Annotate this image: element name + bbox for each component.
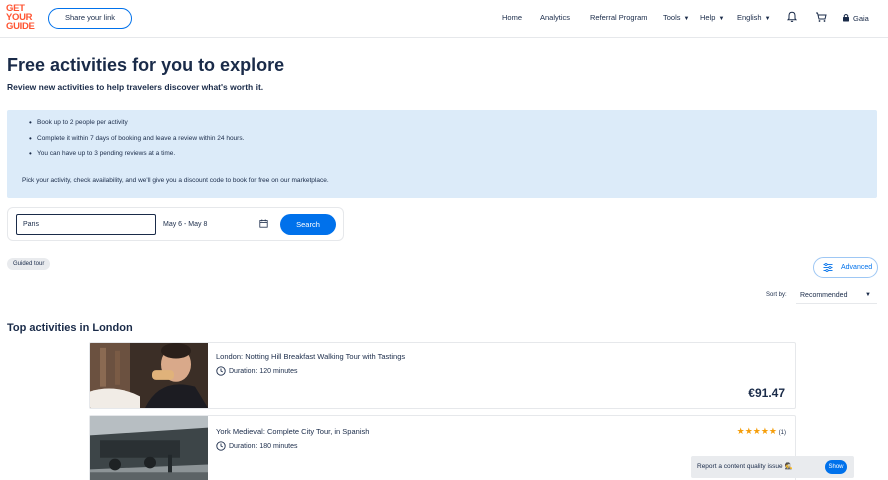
nav-help-label: Help: [700, 13, 716, 22]
section-title: Top activities in London: [7, 322, 133, 334]
activity-photo-train: [90, 416, 208, 480]
user-name: Gaia: [853, 14, 869, 23]
activity-photo-breakfast: [90, 343, 208, 408]
page-title: Free activities for you to explore: [7, 55, 285, 75]
sort-select[interactable]: Recommended ▼: [796, 287, 877, 304]
chevron-down-icon: ▼: [764, 16, 771, 22]
activity-price: €91.47: [748, 386, 785, 400]
top-header: GET YOUR GUIDE Share your link Home Anal…: [0, 0, 888, 38]
activity-title[interactable]: York Medieval: Complete City Tour, in Sp…: [216, 427, 369, 436]
calendar-icon[interactable]: [259, 219, 268, 228]
detective-emoji-icon: 🕵️: [784, 463, 793, 470]
sliders-icon: [823, 263, 833, 272]
chevron-down-icon: ▼: [865, 292, 871, 298]
advanced-label: Advanced: [841, 264, 873, 271]
show-button[interactable]: Show: [825, 460, 847, 474]
star-rating-icon: ★★★★★: [736, 426, 777, 436]
chevron-down-icon: ▼: [718, 16, 725, 22]
rule-item: You can have up to 3 pending reviews at …: [29, 149, 244, 165]
language-label: English: [737, 13, 762, 22]
share-link-button[interactable]: Share your link: [48, 8, 132, 29]
sort-by-label: Sort by:: [766, 292, 787, 298]
rules-list: Book up to 2 people per activity Complet…: [29, 118, 244, 165]
report-label: Report a content quality issue: [697, 463, 783, 470]
activity-duration: Duration: 180 minutes: [216, 441, 297, 451]
report-quality-bar: Report a content quality issue 🕵️ Show: [691, 456, 854, 478]
activity-duration: Duration: 120 minutes: [216, 366, 297, 376]
page-subtitle: Review new activities to help travelers …: [7, 82, 264, 92]
nav-tools[interactable]: Tools ▼: [663, 13, 689, 22]
info-footer-text: Pick your activity, check availability, …: [22, 177, 329, 184]
search-bar: May 6 - May 8 Search: [7, 207, 344, 241]
duration-text: Duration: 120 minutes: [229, 367, 298, 375]
nav-referral-program[interactable]: Referral Program: [590, 13, 648, 22]
filter-chip-guided-tour[interactable]: Guided tour: [7, 258, 51, 270]
duration-text: Duration: 180 minutes: [229, 442, 298, 450]
bell-icon[interactable]: [786, 11, 798, 23]
getyourguide-logo[interactable]: GET YOUR GUIDE: [6, 4, 40, 32]
cart-icon[interactable]: [815, 11, 827, 23]
activity-rating: ★★★★★ (1): [737, 426, 786, 437]
rule-item: Book up to 2 people per activity: [29, 118, 244, 134]
sort-value: Recommended: [800, 292, 848, 299]
nav-help[interactable]: Help ▼: [700, 13, 724, 22]
chevron-down-icon: ▼: [683, 16, 690, 22]
nav-home[interactable]: Home: [502, 13, 522, 22]
search-button[interactable]: Search: [280, 214, 336, 235]
activity-card[interactable]: London: Notting Hill Breakfast Walking T…: [89, 342, 796, 409]
info-panel: Book up to 2 people per activity Complet…: [7, 110, 877, 198]
rating-count: (1): [778, 430, 786, 436]
activity-title[interactable]: London: Notting Hill Breakfast Walking T…: [216, 352, 405, 361]
nav-analytics[interactable]: Analytics: [540, 13, 570, 22]
lock-user-icon: [843, 14, 849, 22]
clock-icon: [216, 366, 226, 376]
activity-card[interactable]: York Medieval: Complete City Tour, in Sp…: [89, 415, 796, 480]
advanced-filters-button[interactable]: Advanced: [813, 257, 878, 278]
location-input[interactable]: [16, 214, 156, 235]
clock-icon: [216, 441, 226, 451]
nav-tools-label: Tools: [663, 13, 681, 22]
user-menu[interactable]: Gaia: [842, 13, 869, 23]
language-selector[interactable]: English ▼: [737, 13, 771, 22]
logo-line: GUIDE: [6, 21, 35, 32]
rule-item: Complete it within 7 days of booking and…: [29, 134, 244, 150]
